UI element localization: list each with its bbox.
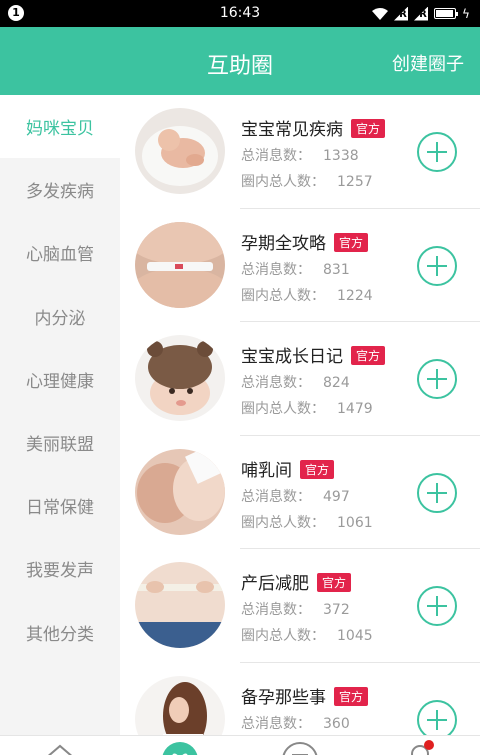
official-badge: 官方 <box>351 346 386 366</box>
message-count: 总消息数： 497 <box>241 488 350 505</box>
signal-icon-sim2: R <box>414 6 428 21</box>
sidebar-item-mental-health[interactable]: 心理健康 <box>0 348 120 411</box>
group-list: 宝宝常见疾病 官方 总消息数： 1338 圈内总人数： 1257 孕期全攻略 官方 总消… <box>120 95 480 735</box>
breastfeeding-image <box>135 448 225 535</box>
baby-wrapped-image <box>135 108 225 194</box>
group-name: 备孕那些事 官方 <box>241 683 369 708</box>
official-badge: 官方 <box>317 573 352 593</box>
create-circle-button[interactable]: 创建圈子 <box>392 50 464 76</box>
system-icons: R R ϟ <box>372 6 470 21</box>
group-avatar <box>135 675 225 735</box>
tab-home[interactable] <box>40 740 80 755</box>
message-count: 总消息数： 360 <box>241 715 350 732</box>
group-avatar <box>135 108 225 194</box>
menu-icon <box>282 742 318 755</box>
profile-icon <box>411 745 429 755</box>
official-badge: 官方 <box>334 232 369 252</box>
sidebar-item-endocrine[interactable]: 内分泌 <box>0 285 120 348</box>
message-count: 总消息数： 824 <box>241 375 350 392</box>
official-badge: 官方 <box>334 686 369 706</box>
battery-icon <box>434 8 458 19</box>
official-badge: 官方 <box>300 459 335 479</box>
sidebar-item-daily-care[interactable]: 日常保健 <box>0 474 120 537</box>
bottom-tab-bar <box>0 735 480 755</box>
sidebar-item-cardio-cerebral[interactable]: 心脑血管 <box>0 221 120 284</box>
member-count: 圈内总人数： 1224 <box>241 287 373 304</box>
join-group-button[interactable] <box>417 472 457 513</box>
notification-dot <box>424 740 434 750</box>
join-group-button[interactable] <box>417 359 457 400</box>
group-name: 宝宝成长日记 官方 <box>241 342 386 367</box>
group-avatar <box>135 335 225 422</box>
charging-icon: ϟ <box>462 6 470 21</box>
message-count: 总消息数： 1338 <box>241 148 359 164</box>
message-count: 总消息数： 372 <box>241 602 350 619</box>
sidebar-item-speak-up[interactable]: 我要发声 <box>0 537 120 600</box>
join-group-button[interactable] <box>417 245 457 286</box>
join-group-button[interactable] <box>417 132 457 172</box>
list-item[interactable]: 备孕那些事 官方 总消息数： 360 <box>120 663 480 735</box>
list-item[interactable]: 孕期全攻略 官方 总消息数： 831 圈内总人数： 1224 <box>120 209 480 323</box>
baby-hat-image <box>135 335 225 422</box>
group-name: 产后减肥 官方 <box>241 569 352 594</box>
sidebar-item-common-diseases[interactable]: 多发疾病 <box>0 158 120 221</box>
group-name: 哺乳间 官方 <box>241 456 335 481</box>
home-icon <box>47 744 73 755</box>
app-header: 互助圈 创建圈子 <box>0 27 480 95</box>
group-avatar <box>135 448 225 535</box>
pregnancy-test-image <box>135 221 225 308</box>
member-count: 圈内总人数： 1479 <box>241 401 373 418</box>
group-name: 宝宝常见疾病 官方 <box>241 115 386 140</box>
category-sidebar: 妈咪宝贝 多发疾病 心脑血管 内分泌 心理健康 美丽联盟 日常保健 我要发声 其… <box>0 95 120 735</box>
tab-circle[interactable] <box>160 740 200 755</box>
waist-measure-image <box>135 562 225 649</box>
join-group-button[interactable] <box>417 586 457 627</box>
sidebar-item-mommy-baby[interactable]: 妈咪宝贝 <box>0 95 120 159</box>
sidebar-item-beauty[interactable]: 美丽联盟 <box>0 411 120 474</box>
woman-portrait-image <box>135 675 225 735</box>
message-count: 总消息数： 831 <box>241 261 350 278</box>
tab-profile[interactable] <box>400 740 440 755</box>
list-item[interactable]: 哺乳间 官方 总消息数： 497 圈内总人数： 1061 <box>120 436 480 550</box>
group-avatar <box>135 221 225 308</box>
heart-icon <box>162 742 198 755</box>
member-count: 圈内总人数： 1257 <box>241 174 373 190</box>
member-count: 圈内总人数： 1061 <box>241 514 373 531</box>
official-badge: 官方 <box>351 119 386 138</box>
group-name: 孕期全攻略 官方 <box>241 229 369 254</box>
sidebar-item-other[interactable]: 其他分类 <box>0 601 120 664</box>
member-count: 圈内总人数： 1045 <box>241 628 373 645</box>
group-avatar <box>135 562 225 649</box>
tab-menu[interactable] <box>280 740 320 755</box>
signal-icon-sim1: R <box>394 6 408 21</box>
list-item[interactable]: 产后减肥 官方 总消息数： 372 圈内总人数： 1045 <box>120 549 480 663</box>
list-item[interactable]: 宝宝常见疾病 官方 总消息数： 1338 圈内总人数： 1257 <box>120 95 480 209</box>
list-item[interactable]: 宝宝成长日记 官方 总消息数： 824 圈内总人数： 1479 <box>120 322 480 436</box>
join-group-button[interactable] <box>417 699 457 735</box>
status-bar: 1 16:43 R R ϟ <box>0 0 480 27</box>
wifi-icon <box>372 7 388 20</box>
